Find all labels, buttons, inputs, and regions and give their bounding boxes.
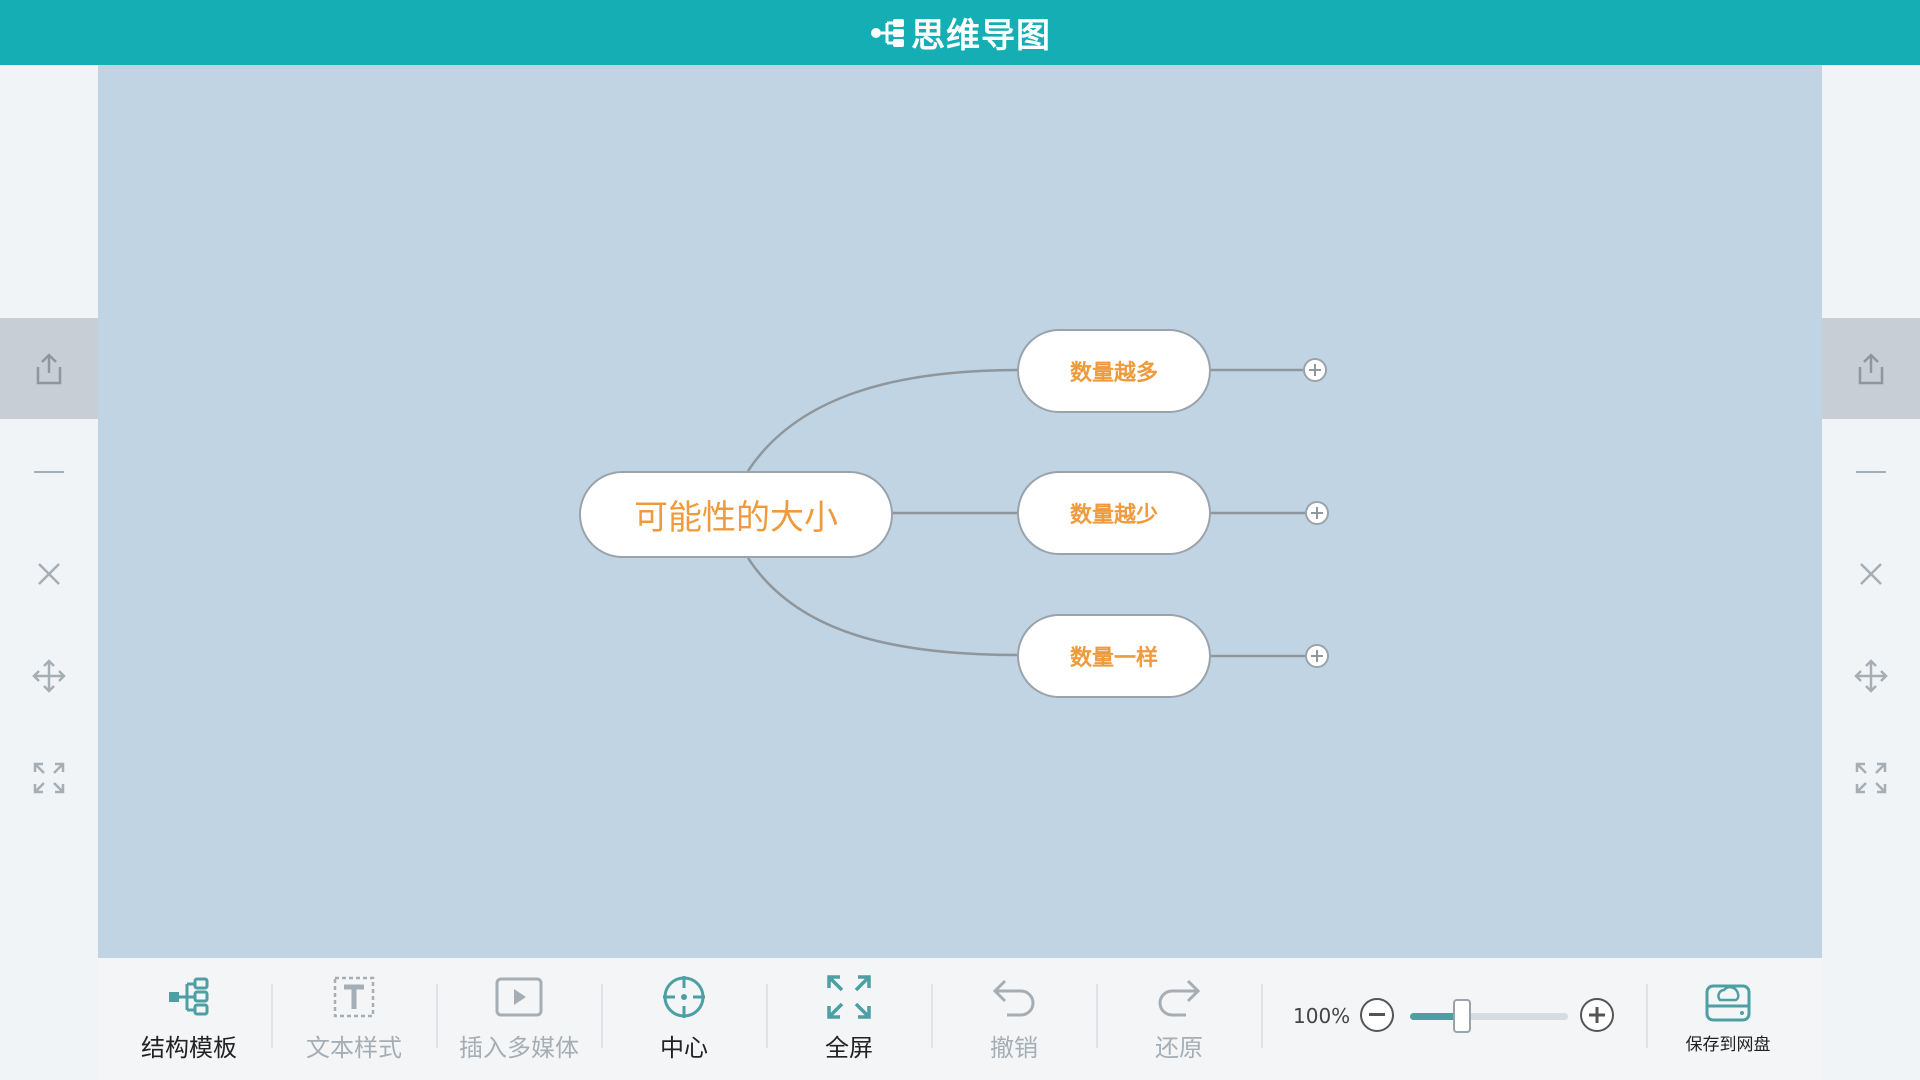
- export-button-right[interactable]: [1822, 318, 1920, 419]
- expand-node-3-button[interactable]: [1305, 644, 1329, 668]
- zoom-slider-thumb[interactable]: [1453, 999, 1472, 1033]
- move-icon: [1854, 659, 1888, 693]
- divider: [1096, 984, 1098, 1048]
- undo-label: 撤销: [990, 1034, 1038, 1062]
- export-button[interactable]: [0, 318, 98, 419]
- center-label: 中心: [660, 1034, 708, 1062]
- zoom-slider[interactable]: [1410, 999, 1568, 1033]
- divider: [1646, 984, 1648, 1048]
- plus-icon: [1311, 507, 1323, 519]
- plus-icon: [1309, 364, 1321, 376]
- collapse-button[interactable]: [0, 442, 98, 502]
- undo-icon: [992, 979, 1035, 1017]
- crosshair-icon: [663, 976, 705, 1018]
- bottom-toolbar: 结构模板 文本样式 插入多媒体 中心 全屏 撤销 还原 100% 保存到网盘: [98, 958, 1822, 1080]
- center-button[interactable]: 中心: [609, 970, 759, 1070]
- export-icon: [1858, 352, 1884, 384]
- fullscreen-label: 全屏: [825, 1034, 873, 1062]
- plus-icon: [1589, 1007, 1605, 1023]
- zoom-in-button[interactable]: [1580, 998, 1614, 1032]
- child-node-1[interactable]: 数量越多: [1017, 329, 1211, 413]
- minus-icon: [34, 471, 64, 473]
- export-icon: [36, 352, 62, 384]
- structure-template-label: 结构模板: [141, 1034, 237, 1062]
- fit-icon: [1855, 762, 1887, 794]
- fullscreen-icon: [827, 975, 871, 1019]
- divider: [436, 984, 438, 1048]
- redo-button[interactable]: 还原: [1104, 970, 1254, 1070]
- text-style-button[interactable]: 文本样式: [279, 970, 429, 1070]
- insert-media-label: 插入多媒体: [459, 1034, 579, 1062]
- save-to-cloud-label: 保存到网盘: [1685, 1035, 1771, 1055]
- close-button[interactable]: [0, 544, 98, 604]
- undo-button[interactable]: 撤销: [939, 970, 1089, 1070]
- plus-icon: [1311, 650, 1323, 662]
- divider: [1261, 984, 1263, 1048]
- media-play-icon: [495, 977, 543, 1017]
- structure-template-button[interactable]: 结构模板: [114, 970, 264, 1070]
- fit-icon: [33, 762, 65, 794]
- collapse-button-right[interactable]: [1822, 442, 1920, 502]
- structure-icon: [169, 977, 209, 1016]
- fullscreen-button[interactable]: 全屏: [774, 970, 924, 1070]
- expand-node-2-button[interactable]: [1305, 501, 1329, 525]
- zoom-out-button[interactable]: [1360, 998, 1394, 1032]
- text-style-label: 文本样式: [306, 1034, 402, 1062]
- minus-icon: [1369, 1013, 1385, 1016]
- close-button-right[interactable]: [1822, 544, 1920, 604]
- root-node[interactable]: 可能性的大小: [579, 471, 893, 558]
- redo-icon: [1158, 979, 1201, 1017]
- move-icon: [32, 659, 66, 693]
- left-side-panel: [0, 65, 98, 1080]
- child-node-2[interactable]: 数量越少: [1017, 471, 1211, 555]
- divider: [601, 984, 603, 1048]
- close-icon: [38, 563, 60, 585]
- right-side-panel: [1822, 65, 1920, 1080]
- cloud-drive-icon: [1705, 984, 1751, 1022]
- minus-icon: [1856, 471, 1886, 473]
- title-bar: 思维导图: [0, 0, 1920, 65]
- save-to-cloud-button[interactable]: 保存到网盘: [1666, 978, 1790, 1074]
- divider: [766, 984, 768, 1048]
- zoom-level-label: 100%: [1293, 1004, 1351, 1028]
- divider: [931, 984, 933, 1048]
- move-button[interactable]: [0, 646, 98, 706]
- fit-view-button[interactable]: [0, 748, 98, 808]
- insert-media-button[interactable]: 插入多媒体: [444, 970, 594, 1070]
- redo-label: 还原: [1155, 1034, 1203, 1062]
- divider: [271, 984, 273, 1048]
- connector-lines: [746, 368, 1305, 658]
- mindmap-canvas[interactable]: 可能性的大小 数量越多 数量越少 数量一样: [98, 65, 1822, 958]
- text-style-icon: [333, 976, 375, 1018]
- move-button-right[interactable]: [1822, 646, 1920, 706]
- fit-view-button-right[interactable]: [1822, 748, 1920, 808]
- app-title: 思维导图: [911, 16, 1051, 56]
- child-node-3[interactable]: 数量一样: [1017, 614, 1211, 698]
- close-icon: [1860, 563, 1882, 585]
- expand-node-1-button[interactable]: [1303, 358, 1327, 382]
- mindmap-logo-icon: [871, 18, 904, 47]
